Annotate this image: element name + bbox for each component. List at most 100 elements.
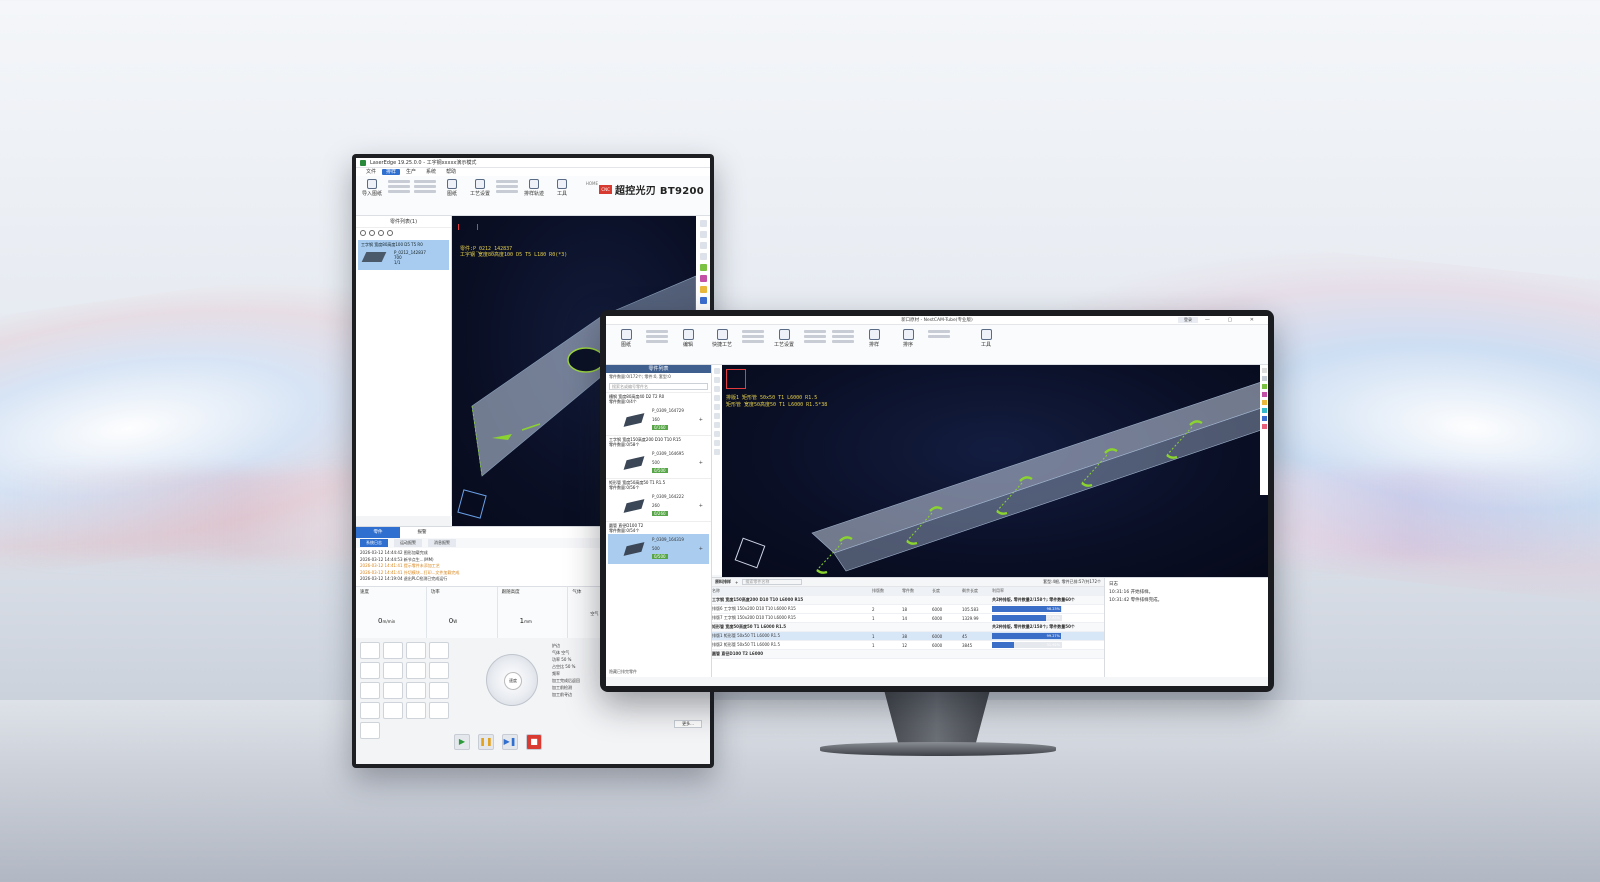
jog-wheel[interactable]: 速度 [486, 654, 538, 706]
check-icon[interactable] [369, 230, 375, 236]
ribbon-group-sort[interactable]: 排序 [894, 329, 922, 360]
jog-center-button[interactable]: 速度 [504, 672, 522, 690]
ribbon-group-drawing[interactable]: 图纸 [612, 329, 640, 360]
ribbon-group-quick-process[interactable]: 快捷工艺 [708, 329, 736, 360]
layer-icon[interactable] [1261, 368, 1267, 373]
control-button[interactable] [383, 642, 403, 659]
pan-icon[interactable] [714, 395, 720, 401]
ribbon-group-import[interactable]: 导入图纸 [360, 179, 384, 197]
control-button[interactable] [360, 702, 380, 719]
ribbon-group-edit[interactable]: 编辑 [674, 329, 702, 360]
tab-message-alarm[interactable]: 消息报警 [428, 539, 456, 547]
table-row-selected[interactable]: 排版1 矩形管 50x50 T1 L6000 R1.5 1 38 6000 45… [712, 632, 1104, 641]
option-checkbox[interactable]: 加工前寻边 [552, 691, 612, 698]
tab-alarms[interactable]: 报警 [400, 527, 444, 538]
ribbon-small-buttons[interactable] [414, 180, 436, 193]
tab-help[interactable]: 帮助 [442, 169, 460, 175]
add-part-icon[interactable]: + [699, 460, 703, 466]
tab-production[interactable]: 生产 [402, 169, 420, 175]
layer-icon[interactable] [1261, 376, 1267, 381]
tab-parts[interactable]: 零件 [356, 527, 400, 538]
control-button[interactable] [406, 702, 426, 719]
view-top-icon[interactable] [714, 422, 720, 428]
control-button[interactable] [406, 682, 426, 699]
part-search-input[interactable]: 搜索名或编号零件名 [609, 383, 708, 390]
layer-yellow-icon[interactable] [699, 286, 707, 293]
control-button[interactable] [406, 662, 426, 679]
table-row[interactable]: 排版7 工字钢 150x200 D10 T10 L6000 R15 1 14 6… [712, 614, 1104, 623]
control-button[interactable] [383, 662, 403, 679]
start-button[interactable]: ▶ [454, 734, 470, 750]
rotate-icon[interactable] [699, 242, 707, 249]
layer-blue-icon[interactable] [1261, 416, 1267, 421]
filter-icon[interactable] [387, 230, 393, 236]
control-button[interactable] [360, 662, 380, 679]
fit-icon[interactable] [714, 440, 720, 446]
ribbon-group-process[interactable]: 工艺设置 [468, 179, 492, 197]
ribbon-group-tools[interactable]: 工具 [956, 329, 1016, 360]
ribbon-small-buttons[interactable] [646, 330, 668, 360]
view-front-icon[interactable] [714, 413, 720, 419]
part-group-header[interactable]: 圆管 直径D100 T2 零件数量:0/54个 [606, 521, 711, 534]
ribbon-small-buttons[interactable] [496, 180, 518, 193]
control-button[interactable] [360, 682, 380, 699]
ribbon-small-buttons[interactable] [832, 330, 854, 360]
layer-green-icon[interactable] [699, 264, 707, 271]
tab-nesting[interactable]: 排样 [382, 169, 401, 175]
layer-green-icon[interactable] [1261, 384, 1267, 389]
ribbon-small-buttons[interactable] [928, 330, 950, 360]
3d-viewport[interactable]: 排版1 矩形管 50x50 T1 L6000 R1.5 矩形管 宽度50高度50… [722, 365, 1268, 577]
add-icon[interactable] [360, 230, 366, 236]
table-search-input[interactable]: 搜索零件名称 [742, 579, 803, 585]
pan-icon[interactable] [699, 253, 707, 260]
control-button[interactable] [429, 642, 449, 659]
part-list-item[interactable]: P_0309_164695 500 0/500 + [608, 448, 709, 478]
rotate-icon[interactable] [714, 386, 720, 392]
measure-icon[interactable] [714, 404, 720, 410]
part-list-item[interactable]: P_0309_164729 160 0/160 + [608, 405, 709, 435]
part-group-header[interactable]: 槽钢 宽度80高度40 D2 T2 R0 零件数量:0/4个 [606, 392, 711, 405]
table-group-row[interactable]: 工字钢 宽度150高度200 D10 T10 L6000 R15 共2种排版, … [712, 596, 1104, 605]
tab-motion-alarm[interactable]: 运动报警 [394, 539, 422, 547]
table-row[interactable]: 排版6 工字钢 150x200 D10 T10 L6000 R15 2 18 6… [712, 605, 1104, 614]
zoom-icon[interactable] [699, 231, 707, 238]
layer-pink-icon[interactable] [1261, 424, 1267, 429]
ribbon-group-nesting[interactable]: 排样 [860, 329, 888, 360]
table-group-row[interactable]: 圆管 直径D100 T2 L6000 [712, 650, 1104, 659]
part-group-header[interactable]: 工字钢 宽度150高度200 D10 T10 R15 零件数量:0/58个 [606, 435, 711, 448]
tab-file[interactable]: 文件 [362, 169, 380, 175]
table-group-row[interactable]: 矩形管 宽度50高度50 T1 L6000 R1.5 共2种排版, 零件数量2/… [712, 623, 1104, 632]
layer-purple-icon[interactable] [1261, 392, 1267, 397]
add-part-icon[interactable]: + [699, 546, 703, 552]
layer-cyan-icon[interactable] [1261, 408, 1267, 413]
ribbon-group-tools[interactable]: 工具 [550, 179, 574, 197]
stop-button[interactable]: ■ [526, 734, 542, 750]
zoom-icon[interactable] [714, 377, 720, 383]
layer-purple-icon[interactable] [699, 275, 707, 282]
part-group-header[interactable]: 矩形管 宽度50高度50 T1 R1.5 零件数量:0/56个 [606, 478, 711, 491]
ribbon-small-buttons[interactable] [388, 180, 410, 193]
hide-finished-checkbox[interactable]: 隐藏已排完零件 [609, 669, 637, 675]
ribbon-group-process[interactable]: 工艺设置 [770, 329, 798, 360]
ribbon-small-buttons[interactable] [742, 330, 764, 360]
login-button[interactable]: 登录 [1178, 317, 1198, 323]
window-controls[interactable]: — ▢ ✕ [1205, 317, 1262, 323]
ribbon-group-drawing[interactable]: 图纸 [440, 179, 464, 197]
ribbon-small-buttons[interactable] [804, 330, 826, 360]
table-add-icon[interactable]: + [735, 580, 738, 585]
select-icon[interactable] [714, 368, 720, 374]
control-button[interactable] [383, 702, 403, 719]
control-button[interactable] [383, 682, 403, 699]
table-row[interactable]: 排版2 矩形管 50x50 T1 L6000 R1.5 1 12 6000 38… [712, 641, 1104, 650]
part-list-item[interactable]: P_0309_164222 260 0/260 + [608, 491, 709, 521]
control-button[interactable] [406, 642, 426, 659]
more-button[interactable]: 更多... [674, 720, 702, 728]
view-side-icon[interactable] [714, 431, 720, 437]
control-button[interactable] [429, 702, 449, 719]
part-list-item-selected[interactable]: P_0309_164319 500 0/500 + [608, 534, 709, 564]
control-button[interactable] [429, 682, 449, 699]
step-button[interactable]: ▶❚ [502, 734, 518, 750]
remove-icon[interactable] [378, 230, 384, 236]
layer-blue-icon[interactable] [699, 297, 707, 304]
part-list-item[interactable]: 工字钢 宽度80高度100 D5 T5 R0 P_0212_142837 700… [358, 240, 449, 270]
